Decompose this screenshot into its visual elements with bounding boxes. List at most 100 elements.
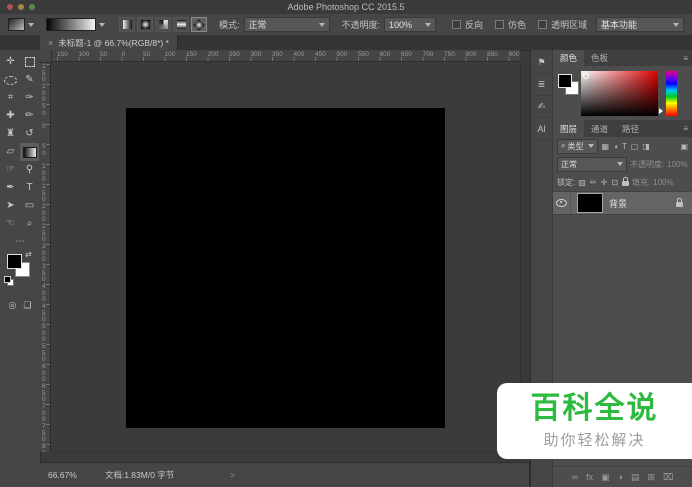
radial-gradient-button[interactable] (137, 17, 153, 32)
layer-effects-icon[interactable]: fx (586, 472, 593, 482)
swap-colors-icon[interactable]: ⇄ (25, 250, 32, 259)
path-selection-tool[interactable]: ➤ (1, 197, 20, 215)
fill-value[interactable]: 100% (653, 178, 673, 187)
search-icon: ⌕ (561, 141, 566, 150)
layer-visibility-toggle[interactable] (553, 192, 571, 214)
filter-type-icon[interactable]: T (622, 142, 627, 151)
tab-swatches[interactable]: 色板 (584, 50, 615, 66)
filter-toggle-button[interactable]: ▣ (680, 142, 688, 151)
rectangle-tool[interactable]: ▭ (20, 197, 39, 215)
diamond-gradient-button[interactable] (191, 17, 207, 32)
minimize-window-button[interactable] (18, 4, 24, 10)
dither-checkbox[interactable]: 仿色 (495, 18, 526, 31)
layer-thumbnail[interactable] (577, 193, 603, 213)
hand-tool[interactable]: ☜ (1, 215, 20, 233)
layer-mask-icon[interactable]: ▣ (601, 472, 610, 483)
adjustments-panel-icon[interactable]: ≣ (530, 74, 553, 96)
status-menu-arrow-icon[interactable]: > (230, 470, 235, 480)
zoom-window-button[interactable] (29, 4, 35, 10)
saturation-brightness-field[interactable] (581, 71, 658, 116)
hue-ramp[interactable] (666, 71, 677, 116)
layer-blend-mode-select[interactable]: 正常 (557, 156, 627, 172)
reverse-checkbox[interactable]: 反向 (452, 18, 483, 31)
opacity-select[interactable]: 100% (384, 17, 437, 32)
gradient-picker-caret-icon[interactable] (99, 22, 105, 27)
reflected-gradient-button[interactable] (173, 17, 189, 32)
marquee-tool[interactable] (20, 53, 39, 71)
tab-color[interactable]: 颜色 (553, 50, 585, 66)
panel-menu-icon[interactable]: ≡ (683, 124, 688, 133)
blend-mode-select[interactable]: 正常 (243, 17, 330, 32)
transparency-checkbox[interactable]: 透明区域 (538, 18, 587, 31)
filter-adjustment-icon[interactable]: ◑ (613, 142, 618, 151)
crop-tool[interactable]: ⌗ (1, 89, 20, 107)
layer-name: 背景 (609, 198, 628, 209)
layer-opacity-value[interactable]: 100% (667, 160, 687, 169)
new-group-icon[interactable]: ▤ (631, 472, 640, 483)
type-tool[interactable]: T (20, 179, 39, 197)
zoom-tool[interactable]: ⌕ (20, 215, 39, 233)
quick-selection-tool[interactable]: ✎ (20, 71, 39, 89)
history-brush-tool[interactable]: ↺ (20, 125, 39, 143)
adjustment-layer-icon[interactable]: ◑ (618, 472, 623, 482)
stylus-panel-icon[interactable]: ✍ (530, 96, 553, 118)
hue-slider-arrow-icon[interactable] (659, 108, 663, 114)
filter-pixel-icon[interactable]: ▦ (601, 142, 609, 151)
canvas[interactable] (126, 108, 445, 428)
tab-layers[interactable]: 图层 (553, 120, 585, 137)
delete-layer-icon[interactable]: ⌧ (663, 472, 673, 483)
screen-mode-button[interactable]: ❏ (23, 300, 31, 311)
filter-icons: ▦ ◑ T ▢ ◨ (601, 142, 649, 151)
move-tool[interactable]: ✛ (1, 53, 20, 71)
brush-tool[interactable]: ✏ (20, 107, 39, 125)
gradient-type-buttons (119, 17, 207, 32)
new-layer-icon[interactable]: ⊞ (647, 472, 655, 483)
foreground-swatch[interactable] (7, 254, 22, 269)
gradient-tool[interactable] (20, 143, 39, 161)
lock-all-icon[interactable] (621, 177, 629, 186)
gradient-preview[interactable] (46, 18, 96, 31)
close-window-button[interactable] (7, 4, 13, 10)
lock-artboard-icon[interactable]: ⊡ (611, 178, 618, 187)
healing-brush-tool[interactable]: ✚ (1, 107, 20, 125)
zoom-level-field[interactable]: 66.67% (48, 470, 77, 480)
default-colors-icon[interactable] (4, 276, 14, 286)
link-layers-icon[interactable]: ∞ (572, 472, 578, 482)
filter-smart-object-icon[interactable]: ◨ (642, 142, 650, 151)
smudge-tool[interactable]: ☞ (1, 161, 20, 179)
close-tab-icon[interactable]: × (48, 38, 53, 48)
tool-preset-caret-icon[interactable] (28, 22, 34, 27)
color-panel (553, 66, 692, 120)
document-tab[interactable]: × 未标题-1 @ 66.7%(RGB/8*) * (40, 35, 178, 50)
lock-label: 锁定: (557, 177, 576, 187)
lock-move-icon[interactable]: ✛ (601, 178, 608, 187)
eraser-tool[interactable]: ▱ (1, 143, 20, 161)
tab-paths[interactable]: 路径 (615, 120, 646, 137)
pen-tool[interactable]: ✒ (1, 179, 20, 197)
foreground-swatch[interactable] (558, 74, 572, 88)
dodge-tool[interactable]: ⚲ (20, 161, 39, 179)
lock-transparent-icon[interactable]: ▨ (578, 178, 586, 187)
lock-paint-icon[interactable]: ✏ (590, 178, 597, 187)
gradient-tool-preset-icon[interactable] (8, 18, 25, 31)
chevron-down-icon (617, 162, 623, 166)
eyedropper-tool[interactable]: ✑ (20, 89, 39, 107)
quick-mask-button[interactable]: ◎ (9, 300, 17, 311)
edit-toolbar-icon[interactable]: ⋯ (0, 236, 40, 247)
panel-menu-icon[interactable]: ≡ (683, 54, 688, 63)
pasteboard[interactable] (51, 62, 520, 452)
filter-kind-select[interactable]: ⌕ 类型 (557, 138, 599, 154)
clone-stamp-tool[interactable]: ♜ (1, 125, 20, 143)
linear-gradient-button[interactable] (119, 17, 135, 32)
filter-shape-icon[interactable]: ▢ (631, 142, 639, 151)
lock-icons: ▨ ✏ ✛ ⊡ (578, 177, 629, 187)
libraries-panel-icon[interactable]: Al (530, 118, 553, 140)
lasso-tool[interactable] (1, 71, 20, 89)
workspace-select[interactable]: 基本功能 (596, 17, 684, 32)
layer-row-background[interactable]: 背景 (553, 191, 692, 215)
ruler-label: 300 (250, 51, 262, 58)
dart-panel-icon[interactable]: ⚑ (530, 52, 553, 74)
tab-channels[interactable]: 通道 (584, 120, 615, 137)
angle-gradient-button[interactable] (155, 17, 171, 32)
color-picker-marker[interactable] (583, 73, 589, 79)
